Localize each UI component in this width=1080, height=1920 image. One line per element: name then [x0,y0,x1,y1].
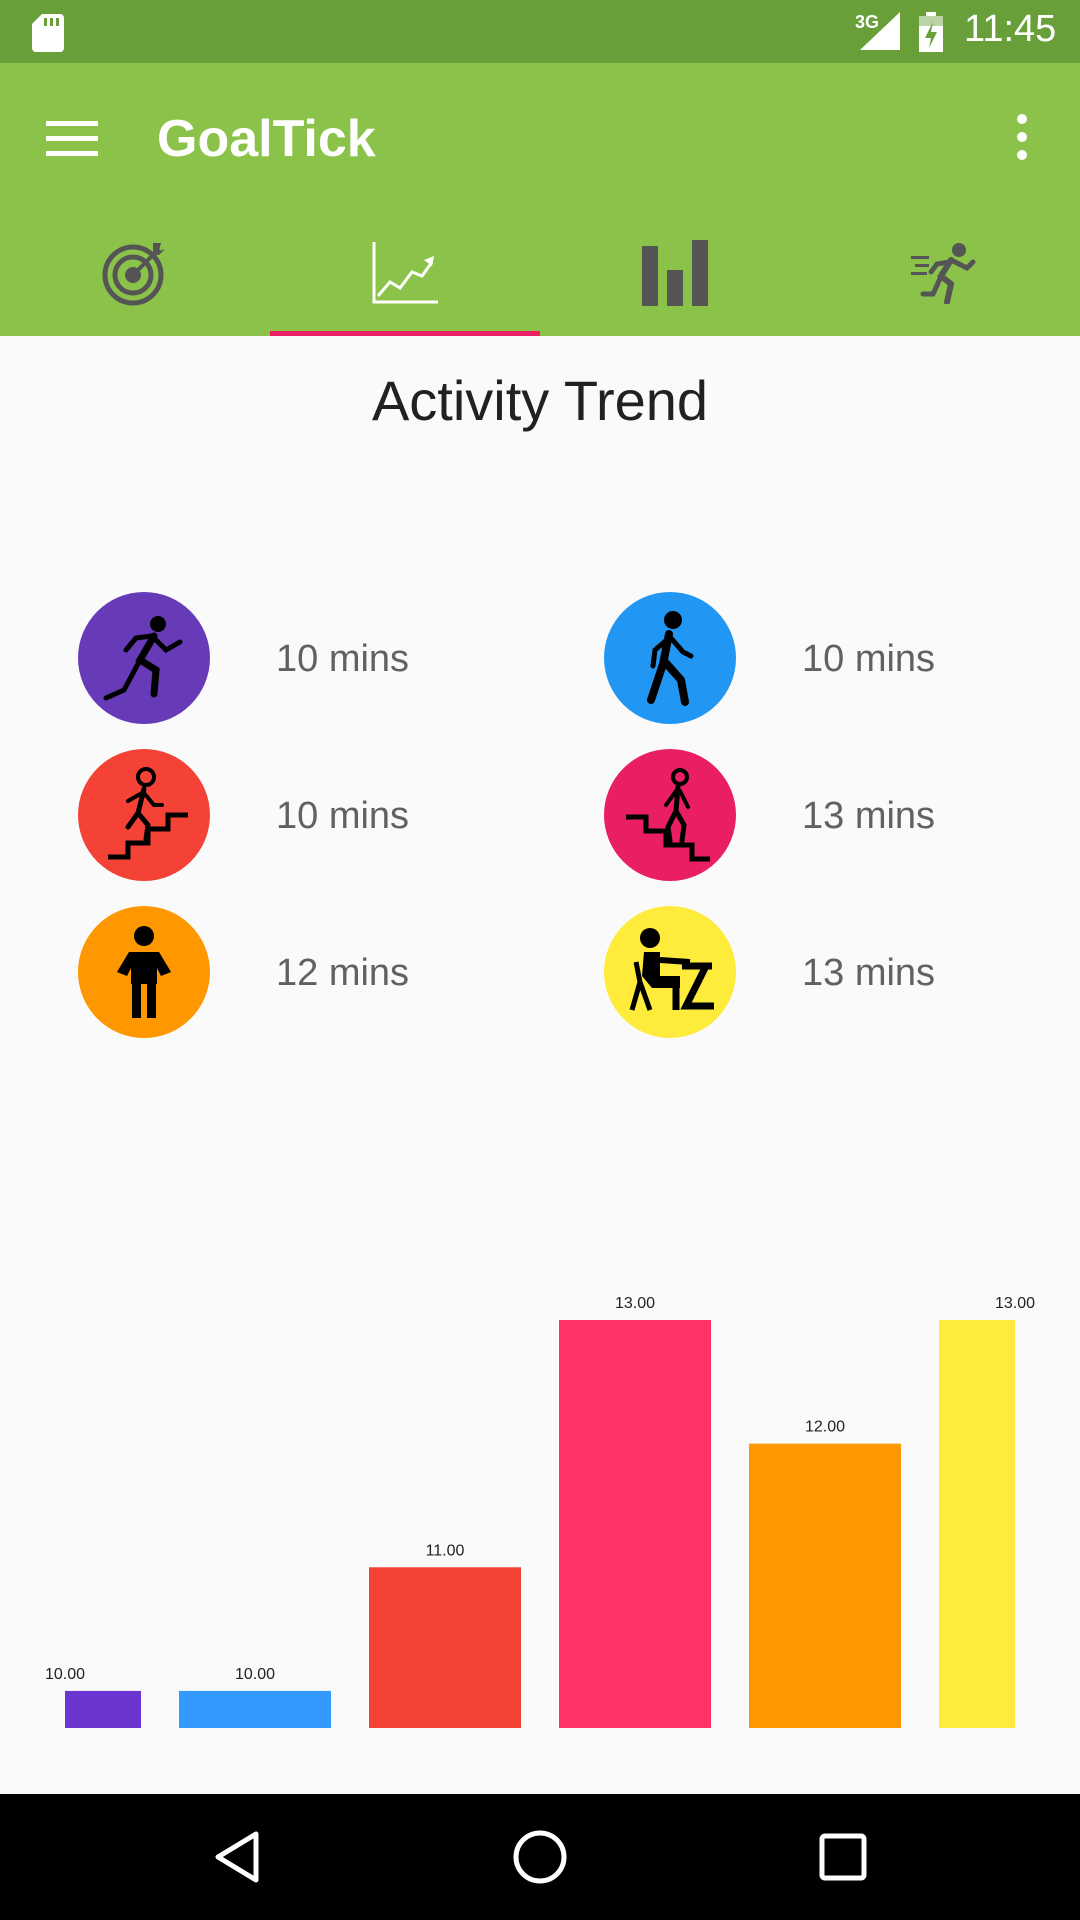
chart-bar [749,1443,901,1728]
recents-icon[interactable] [810,1824,876,1890]
more-vert-icon[interactable] [1010,113,1034,161]
activity-stairs-down [604,749,736,881]
standing-icon [117,926,171,1018]
chart-bar [369,1567,521,1728]
tab-indicator [270,331,540,336]
activity-running [78,592,210,724]
sd-card-icon [32,14,64,52]
activity-bar-chart: 10.00 10.00 11.00 13.00 12.00 13.00 [45,1295,1035,1728]
battery-charging-icon [919,12,943,52]
chart-bar-label: 11.00 [426,1542,465,1559]
signal-icon [860,12,900,50]
activity-standing [78,906,210,1038]
sitting-desk-icon [629,928,714,1011]
home-icon[interactable] [507,1824,573,1890]
chart-bar-label: 10.00 [235,1666,275,1683]
activity-stairs-up [78,749,210,881]
activity-running-value: 10 mins [276,638,410,680]
activity-sitting-value: 13 mins [802,952,936,994]
activity-stairs-down-value: 13 mins [802,795,936,837]
bar-chart-icon [642,239,708,306]
walking-icon [647,611,694,706]
activity-walking-value: 10 mins [802,638,936,680]
chart-bar [179,1690,331,1728]
status-bar: 3G 11:45 [0,0,1080,63]
chart-bar [939,1320,1015,1728]
tab-stats[interactable] [540,209,810,336]
system-nav-bar [0,1794,1080,1920]
chart-bar-label: 13.00 [995,1295,1035,1312]
target-icon [102,242,165,305]
activity-stairs-up-value: 10 mins [276,795,410,837]
clock: 11:45 [964,8,1057,50]
chart-bar-label: 13.00 [615,1295,655,1312]
chart-bar [65,1690,141,1728]
menu-icon[interactable] [46,118,98,158]
stairs-down-icon [626,768,710,862]
trend-chart-icon [372,241,438,303]
activity-sitting [604,906,736,1038]
app-bar: GoalTick [0,63,1080,209]
chart-bar-label: 10.00 [45,1666,85,1683]
running-icon [911,242,976,304]
activity-walking [604,592,736,724]
page-title: Activity Trend [371,369,709,432]
chart-bar [559,1320,711,1728]
tab-bar [0,209,1080,336]
tab-activity[interactable] [810,209,1080,336]
tab-trend[interactable] [270,209,540,336]
activity-standing-value: 12 mins [276,952,410,994]
tab-goals[interactable] [0,209,270,336]
back-icon[interactable] [204,1824,270,1890]
stairs-up-icon [108,767,188,860]
running-icon [103,616,183,701]
app-title: GoalTick [157,110,376,168]
chart-bar-label: 12.00 [805,1419,845,1436]
